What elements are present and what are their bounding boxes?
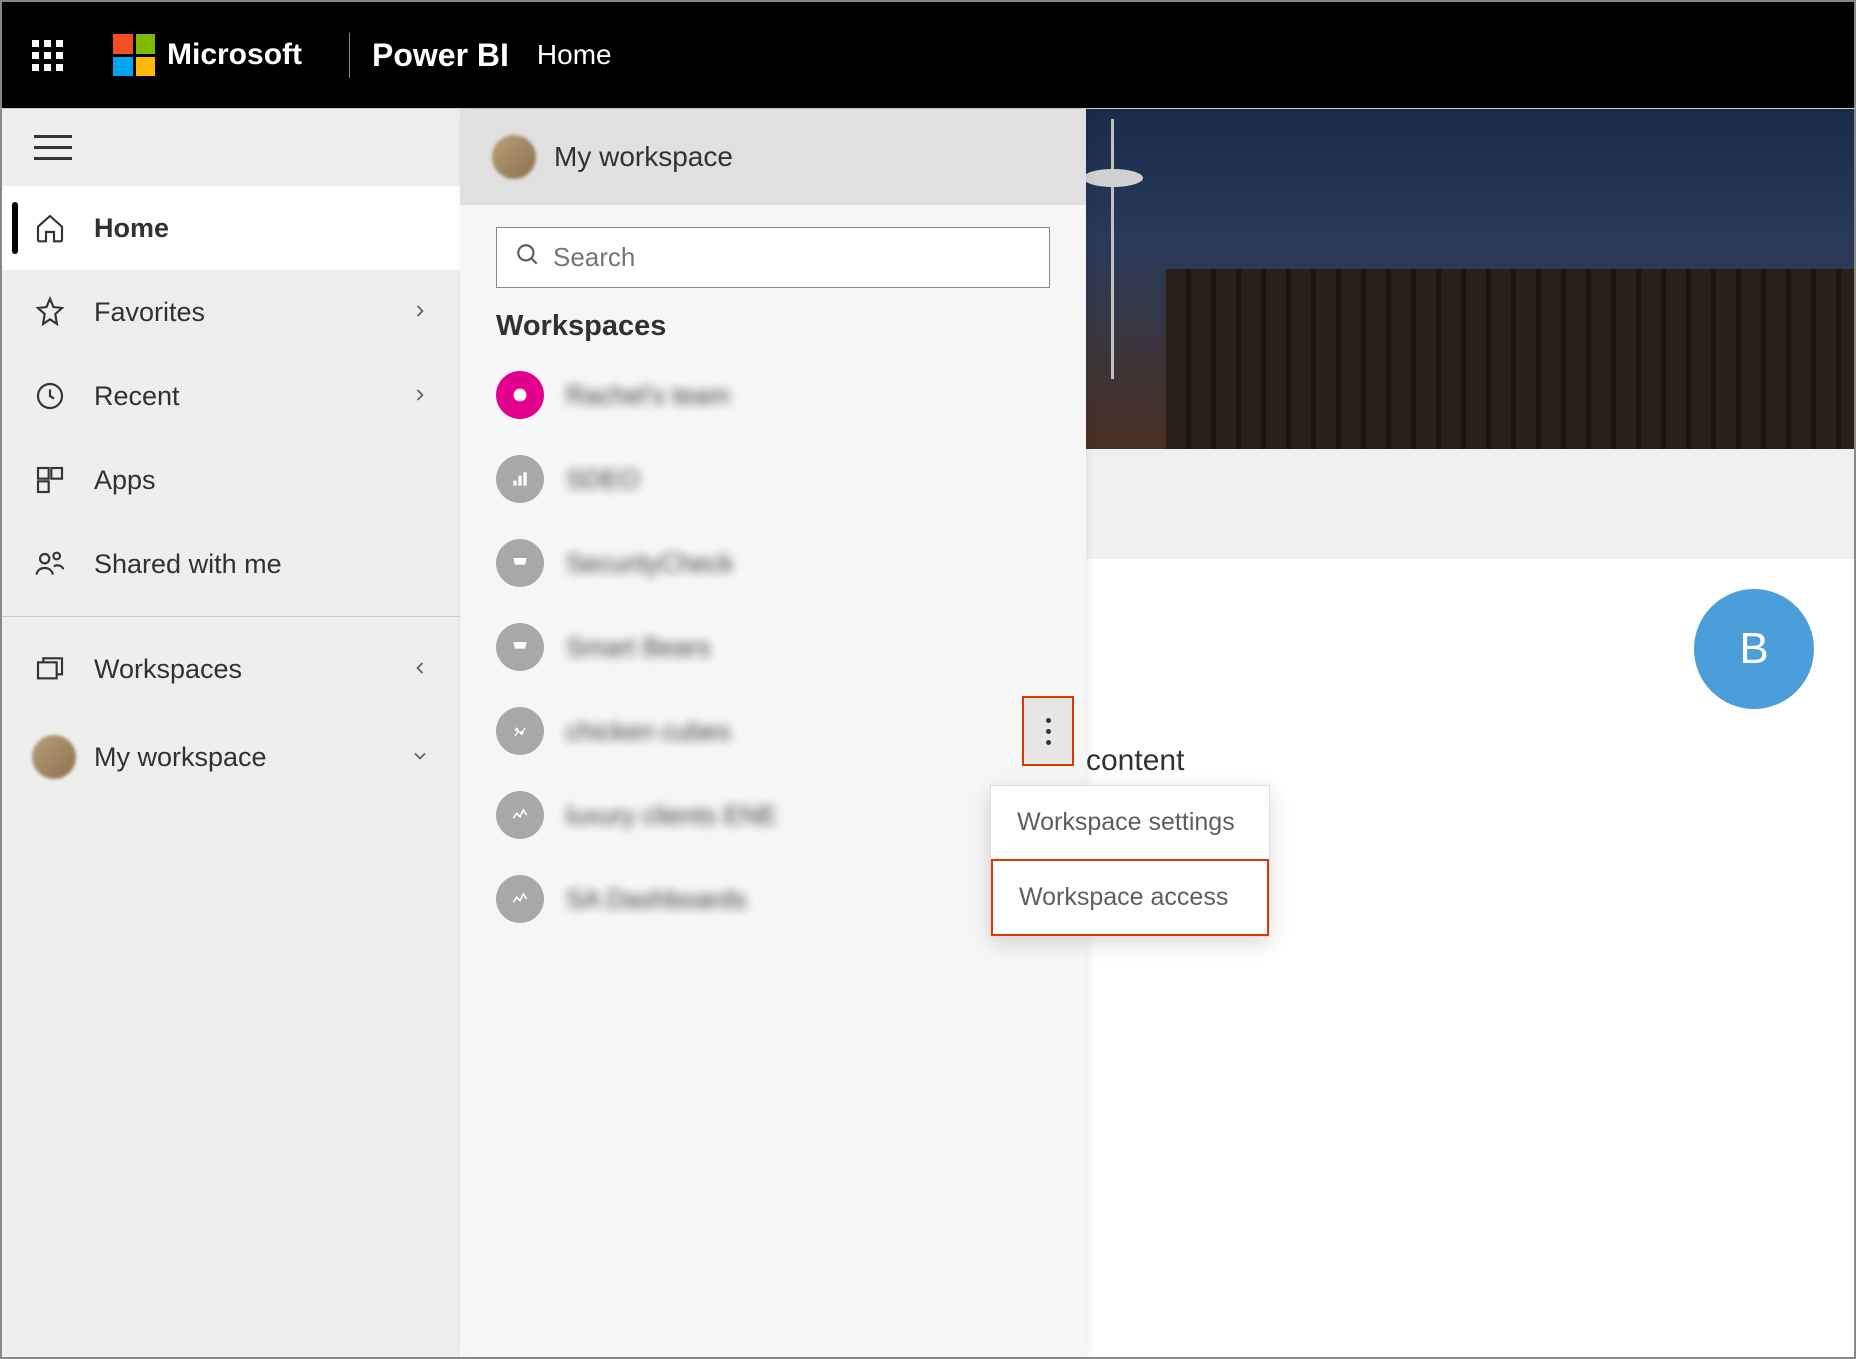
chevron-down-icon [410,742,430,773]
main-content: B content [1086,109,1854,1357]
sidebar-item-workspaces[interactable]: Workspaces [2,627,460,711]
workspaces-heading: Workspaces [460,298,1086,353]
menu-item-workspace-access[interactable]: Workspace access [991,859,1269,936]
workspace-label: luxury clients ENE [566,800,777,831]
sidebar: Home Favorites Recent Apps [2,109,460,1357]
workspace-label: SA Dashboards [566,884,747,915]
workspace-icon [496,707,544,755]
workspace-label: SDEO [566,464,640,495]
workspace-label: Rachel's team [566,380,730,411]
more-options-button[interactable] [1022,696,1074,766]
sidebar-item-shared[interactable]: Shared with me [2,522,460,606]
sidebar-item-recent[interactable]: Recent [2,354,460,438]
workspaces-icon [32,651,68,687]
star-icon [32,294,68,330]
sidebar-item-apps[interactable]: Apps [2,438,460,522]
shared-icon [32,546,68,582]
workspaces-flyout: My workspace Workspaces Rachel's team SD… [460,109,1086,1357]
my-workspace-header[interactable]: My workspace [460,109,1086,205]
microsoft-logo[interactable]: Microsoft [113,34,302,76]
sidebar-divider [2,616,460,617]
my-workspace-label: My workspace [554,141,733,173]
chevron-right-icon [410,381,430,412]
chevron-right-icon [410,297,430,328]
workspace-icon [496,371,544,419]
sidebar-item-my-workspace[interactable]: My workspace [2,711,460,803]
breadcrumb: Home [537,39,612,71]
sidebar-item-home[interactable]: Home [2,186,460,270]
banner-image [1086,109,1854,449]
workspace-label: Smart Bears [566,632,711,663]
menu-item-workspace-settings[interactable]: Workspace settings [991,786,1269,859]
search-icon [515,242,541,273]
search-input[interactable] [553,242,1031,273]
workspace-label: chicken cubes [566,716,731,747]
workspace-icon [496,455,544,503]
more-vertical-icon [1046,718,1051,745]
apps-icon [32,462,68,498]
header-divider [349,33,350,78]
chevron-left-icon [410,654,430,685]
sidebar-item-favorites[interactable]: Favorites [2,270,460,354]
app-launcher-icon[interactable] [32,40,63,71]
workspace-label: SecurityCheck [566,548,734,579]
app-tile-icon: B [1694,589,1814,709]
home-icon [32,210,68,246]
workspace-icon [496,623,544,671]
avatar [32,735,76,779]
hamburger-button[interactable] [2,109,460,186]
sidebar-item-label: Workspaces [94,654,410,685]
workspace-icon [496,791,544,839]
company-name: Microsoft [167,38,302,72]
sidebar-item-label: My workspace [94,742,410,773]
workspace-item[interactable]: SecurityCheck [460,521,1086,605]
clock-icon [32,378,68,414]
workspace-item[interactable]: Smart Bears [460,605,1086,689]
workspace-icon [496,539,544,587]
search-box[interactable] [496,227,1050,288]
tile-label: content [1086,744,1184,778]
product-name: Power BI [372,37,509,74]
avatar [492,135,536,179]
sidebar-item-label: Home [94,213,430,244]
sidebar-item-label: Recent [94,381,410,412]
workspace-icon [496,875,544,923]
workspace-item[interactable]: SDEO [460,437,1086,521]
context-menu: Workspace settings Workspace access [990,785,1270,937]
top-header: Microsoft Power BI Home [0,0,1856,108]
sidebar-item-label: Shared with me [94,549,430,580]
sidebar-item-label: Favorites [94,297,410,328]
workspace-item[interactable]: Rachel's team [460,353,1086,437]
sidebar-item-label: Apps [94,465,430,496]
workspace-item[interactable]: chicken cubes [460,689,1086,773]
